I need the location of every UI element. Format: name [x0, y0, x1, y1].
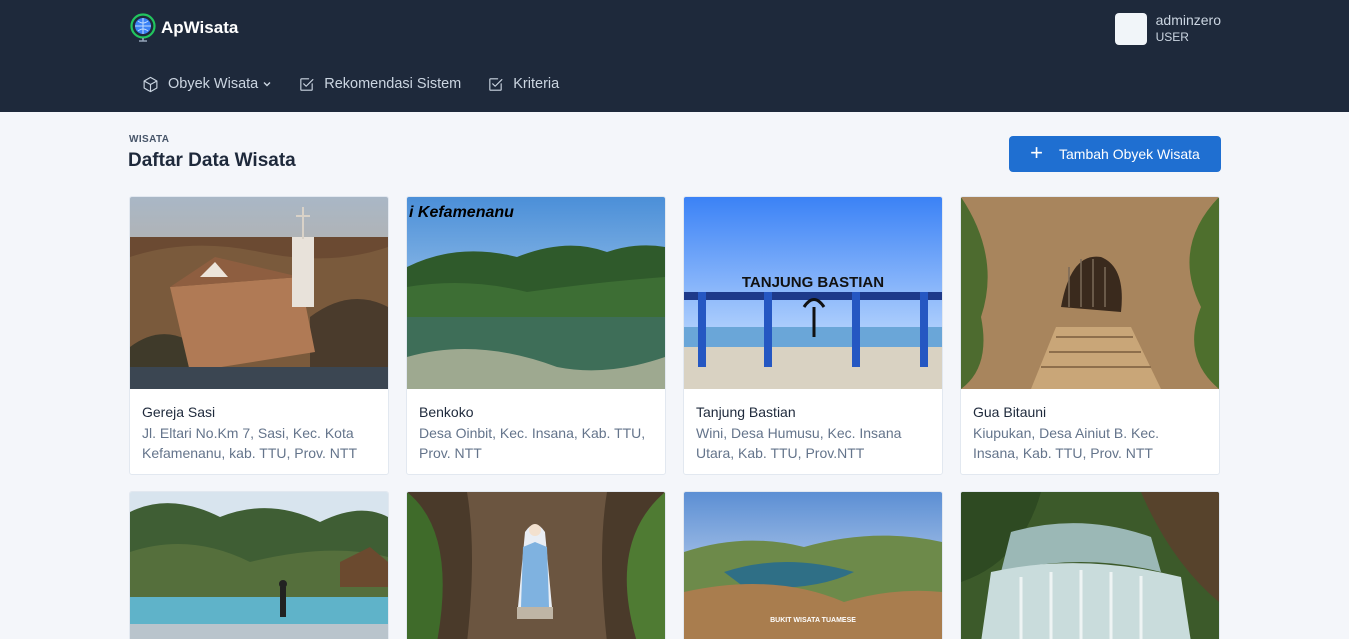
hill-lake-photo: BUKIT WISATA TUAMESE	[684, 492, 942, 639]
card-address: Jl. Eltari No.Km 7, Sasi, Kec. Kota Kefa…	[142, 425, 358, 461]
checkbox-icon	[300, 77, 314, 91]
card-title: Gereja Sasi	[142, 404, 216, 420]
card-title: Tanjung Bastian	[696, 404, 796, 420]
image-caption: i Kefamenanu	[409, 204, 514, 221]
card-title: Gua Bitauni	[973, 404, 1047, 420]
tourism-card[interactable]: Gua Bitauni Kiupukan, Desa Ainiut B. Kec…	[960, 196, 1220, 475]
top-header: ApWisata adminzero USER Obyek Wisata Rek…	[0, 0, 1349, 112]
tourism-card[interactable]: TANJUNG BASTIAN Tanjung Bastian Wini, De…	[683, 196, 943, 475]
avatar[interactable]	[1114, 12, 1147, 45]
add-tourism-object-button[interactable]: + Tambah Obyek Wisata	[1009, 136, 1221, 172]
nav-item-kriteria[interactable]: Kriteria	[487, 72, 559, 96]
checkbox-icon	[489, 77, 503, 91]
pool-photo	[130, 492, 388, 639]
brand[interactable]: ApWisata	[129, 12, 238, 42]
tourism-card[interactable]	[406, 491, 666, 639]
page-title: Daftar Data Wisata	[128, 150, 296, 171]
nav-label: Obyek Wisata	[168, 76, 259, 92]
church-photo	[130, 197, 388, 389]
beach-gate-photo: TANJUNG BASTIAN	[684, 197, 942, 389]
card-address: Wini, Desa Humusu, Kec. Insana Utara, Ka…	[696, 425, 902, 461]
globe-logo-icon	[130, 13, 156, 42]
nav-label: Rekomendasi Sistem	[324, 76, 462, 92]
card-address: Kiupukan, Desa Ainiut B. Kec. Insana, Ka…	[973, 425, 1159, 461]
lake-photo: i Kefamenanu	[407, 197, 665, 389]
user-name: adminzero	[1155, 12, 1221, 28]
nav-label: Kriteria	[513, 76, 560, 92]
add-button-label: Tambah Obyek Wisata	[1059, 146, 1200, 162]
user-role: USER	[1155, 30, 1189, 44]
cave-photo	[961, 197, 1219, 389]
chevron-down-icon	[263, 82, 271, 87]
plus-icon: +	[1030, 140, 1043, 165]
page-kicker: WISATA	[129, 134, 170, 145]
main-nav: Obyek Wisata Rekomendasi Sistem Kriteria	[142, 72, 585, 96]
tourism-card[interactable]: i Kefamenanu Benkoko Desa Oinbit, Kec. I…	[406, 196, 666, 475]
app-name: ApWisata	[161, 18, 239, 37]
waterfall-photo	[961, 492, 1219, 639]
card-title: Benkoko	[419, 404, 474, 420]
image-caption: BUKIT WISATA TUAMESE	[770, 617, 856, 624]
grotto-statue-photo	[407, 492, 665, 639]
tourism-card[interactable]	[960, 491, 1220, 639]
nav-item-obyek-wisata[interactable]: Obyek Wisata	[142, 72, 272, 96]
image-caption: TANJUNG BASTIAN	[742, 274, 884, 291]
tourism-card[interactable]: Gereja Sasi Jl. Eltari No.Km 7, Sasi, Ke…	[129, 196, 389, 475]
user-menu[interactable]: adminzero USER	[1114, 12, 1221, 45]
nav-item-rekomendasi-sistem[interactable]: Rekomendasi Sistem	[298, 72, 461, 96]
tourism-card[interactable]	[129, 491, 389, 639]
tourism-card[interactable]: BUKIT WISATA TUAMESE	[683, 491, 943, 639]
cube-icon	[143, 76, 158, 92]
card-address: Desa Oinbit, Kec. Insana, Kab. TTU, Prov…	[419, 425, 646, 461]
